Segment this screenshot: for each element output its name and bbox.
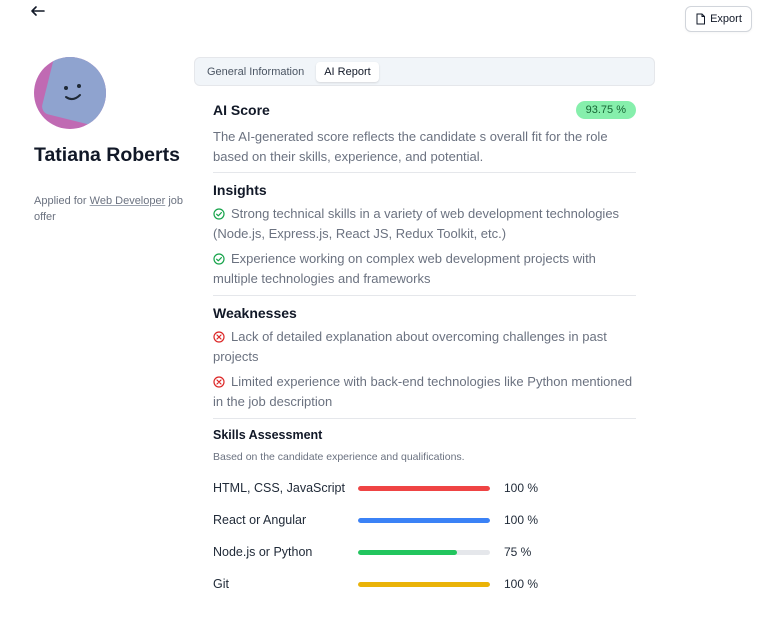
skill-progress-bar: [358, 517, 490, 523]
skills-title: Skills Assessment: [213, 428, 323, 442]
skill-name: HTML, CSS, JavaScript: [213, 481, 345, 495]
insights-title: Insights: [213, 182, 267, 198]
ai-score-header: AI Score 93.75 %: [213, 96, 636, 124]
skills-subtitle: Based on the candidate experience and qu…: [213, 451, 465, 463]
export-button[interactable]: Export: [685, 6, 752, 32]
skill-progress-fill: [358, 549, 457, 555]
candidate-name: Tatiana Roberts: [34, 144, 180, 166]
divider: [213, 418, 636, 419]
check-circle-icon: [213, 208, 225, 220]
export-label: Export: [710, 13, 742, 25]
arrow-left-icon: [31, 6, 45, 16]
skill-percent: 100 %: [504, 577, 539, 591]
skill-name: Git: [213, 577, 229, 591]
skill-row: Node.js or Python 75 %: [213, 542, 636, 562]
avatar: [34, 57, 106, 129]
x-circle-icon: [213, 331, 225, 343]
skill-progress-fill: [358, 581, 490, 587]
applied-prefix: Applied for: [34, 195, 87, 207]
skill-progress-bar: [358, 581, 490, 587]
skill-percent: 100 %: [504, 513, 539, 527]
insight-item: Strong technical skills in a variety of …: [213, 206, 620, 241]
weaknesses-title: Weaknesses: [213, 305, 297, 321]
job-title-link[interactable]: Web Developer: [90, 195, 166, 207]
skill-row: Git 100 %: [213, 574, 636, 594]
weakness-item: Limited experience with back-end technol…: [213, 374, 633, 409]
skill-progress-bar: [358, 485, 490, 491]
skill-percent: 75 %: [504, 545, 532, 559]
tab-bar: General Information AI Report: [194, 57, 655, 86]
ai-score-description: The AI-generated score reflects the cand…: [213, 129, 608, 164]
x-circle-icon: [213, 376, 225, 388]
tab-general-information[interactable]: General Information: [199, 62, 312, 82]
ai-score-title: AI Score: [213, 102, 270, 118]
tab-ai-report[interactable]: AI Report: [316, 61, 379, 82]
skill-row: React or Angular 100 %: [213, 510, 636, 530]
insight-item: Experience working on complex web develo…: [213, 251, 596, 286]
skill-progress-bar: [358, 549, 490, 555]
ai-report-panel: AI Score 93.75 % The AI-generated score …: [213, 96, 636, 594]
skill-progress-fill: [358, 485, 490, 491]
skills-list: HTML, CSS, JavaScript 100 % React or Ang…: [213, 478, 636, 594]
skill-name: Node.js or Python: [213, 545, 313, 559]
divider: [213, 172, 636, 173]
divider: [213, 295, 636, 296]
back-button[interactable]: [30, 3, 52, 21]
skill-row: HTML, CSS, JavaScript 100 %: [213, 478, 636, 498]
skill-progress-fill: [358, 517, 490, 523]
check-circle-icon: [213, 253, 225, 265]
weakness-item: Lack of detailed explanation about overc…: [213, 329, 607, 364]
skill-name: React or Angular: [213, 513, 307, 527]
ai-score-badge: 93.75 %: [575, 101, 636, 119]
applied-for-text: Applied for Web Developer job offer: [34, 193, 184, 225]
file-icon: [696, 13, 706, 25]
skill-percent: 100 %: [504, 481, 539, 495]
